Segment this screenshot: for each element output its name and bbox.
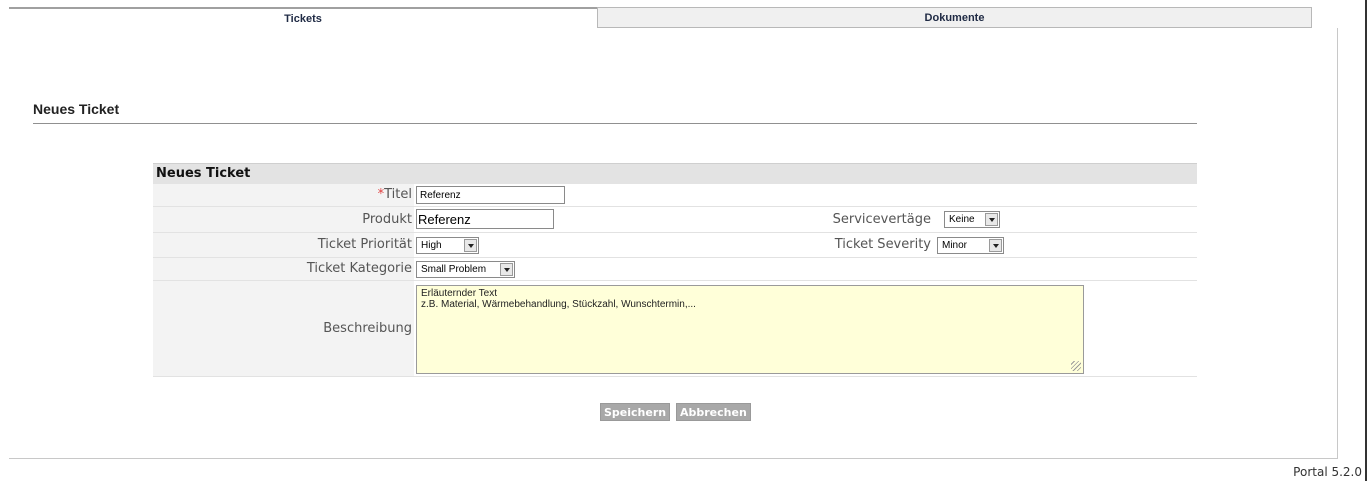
- kategorie-label: Ticket Kategorie: [153, 258, 414, 280]
- severity-select[interactable]: Minor: [937, 237, 1004, 254]
- tab-dokumente[interactable]: Dokumente: [597, 7, 1312, 28]
- window-edge: [1365, 0, 1367, 481]
- chevron-down-icon: [464, 239, 477, 252]
- version-label: Portal 5.2.0: [1293, 465, 1362, 479]
- servicevertraege-label: Servicevertäge: [832, 212, 931, 227]
- frame-border-bottom: [9, 458, 1338, 459]
- row-produkt: Produkt Servicevertäge Keine: [153, 207, 1197, 233]
- title-divider: [33, 123, 1197, 124]
- produkt-label: Produkt: [153, 207, 414, 232]
- produkt-input[interactable]: [416, 209, 554, 229]
- cancel-button[interactable]: Abbrechen: [676, 403, 751, 421]
- chevron-down-icon: [500, 263, 513, 276]
- prioritaet-label: Ticket Priorität: [153, 233, 414, 257]
- severity-label: Ticket Severity: [834, 237, 931, 252]
- tab-tickets[interactable]: Tickets: [9, 7, 597, 28]
- ticket-form: Neues Ticket *Titel Produkt Servicevertä…: [153, 163, 1197, 377]
- save-button[interactable]: Speichern: [600, 403, 671, 421]
- beschreibung-line-2: z.B. Material, Wärmebehandlung, Stückzah…: [421, 299, 696, 310]
- beschreibung-textarea[interactable]: Erläuternder Text z.B. Material, Wärmebe…: [416, 285, 1084, 374]
- row-prioritaet: Ticket Priorität High Ticket Severity Mi…: [153, 233, 1197, 258]
- tab-bar: Tickets Dokumente: [9, 7, 1312, 28]
- kategorie-select[interactable]: Small Problem: [416, 261, 515, 278]
- chevron-down-icon: [989, 239, 1002, 252]
- titel-label: *Titel: [153, 184, 414, 206]
- titel-input[interactable]: [416, 186, 565, 204]
- servicevertraege-select[interactable]: Keine: [944, 211, 1000, 228]
- beschreibung-label: Beschreibung: [153, 281, 414, 376]
- frame-border-right: [1337, 28, 1338, 459]
- prioritaet-select[interactable]: High: [416, 237, 479, 254]
- row-beschreibung: Beschreibung Erläuternder Text z.B. Mate…: [153, 281, 1197, 377]
- page-title: Neues Ticket: [33, 101, 120, 117]
- beschreibung-line-1: Erläuternder Text: [421, 288, 497, 299]
- row-kategorie: Ticket Kategorie Small Problem: [153, 258, 1197, 281]
- form-section-title: Neues Ticket: [153, 163, 1197, 184]
- chevron-down-icon: [985, 213, 998, 226]
- resize-grip-icon[interactable]: [1071, 361, 1081, 371]
- row-titel: *Titel: [153, 184, 1197, 207]
